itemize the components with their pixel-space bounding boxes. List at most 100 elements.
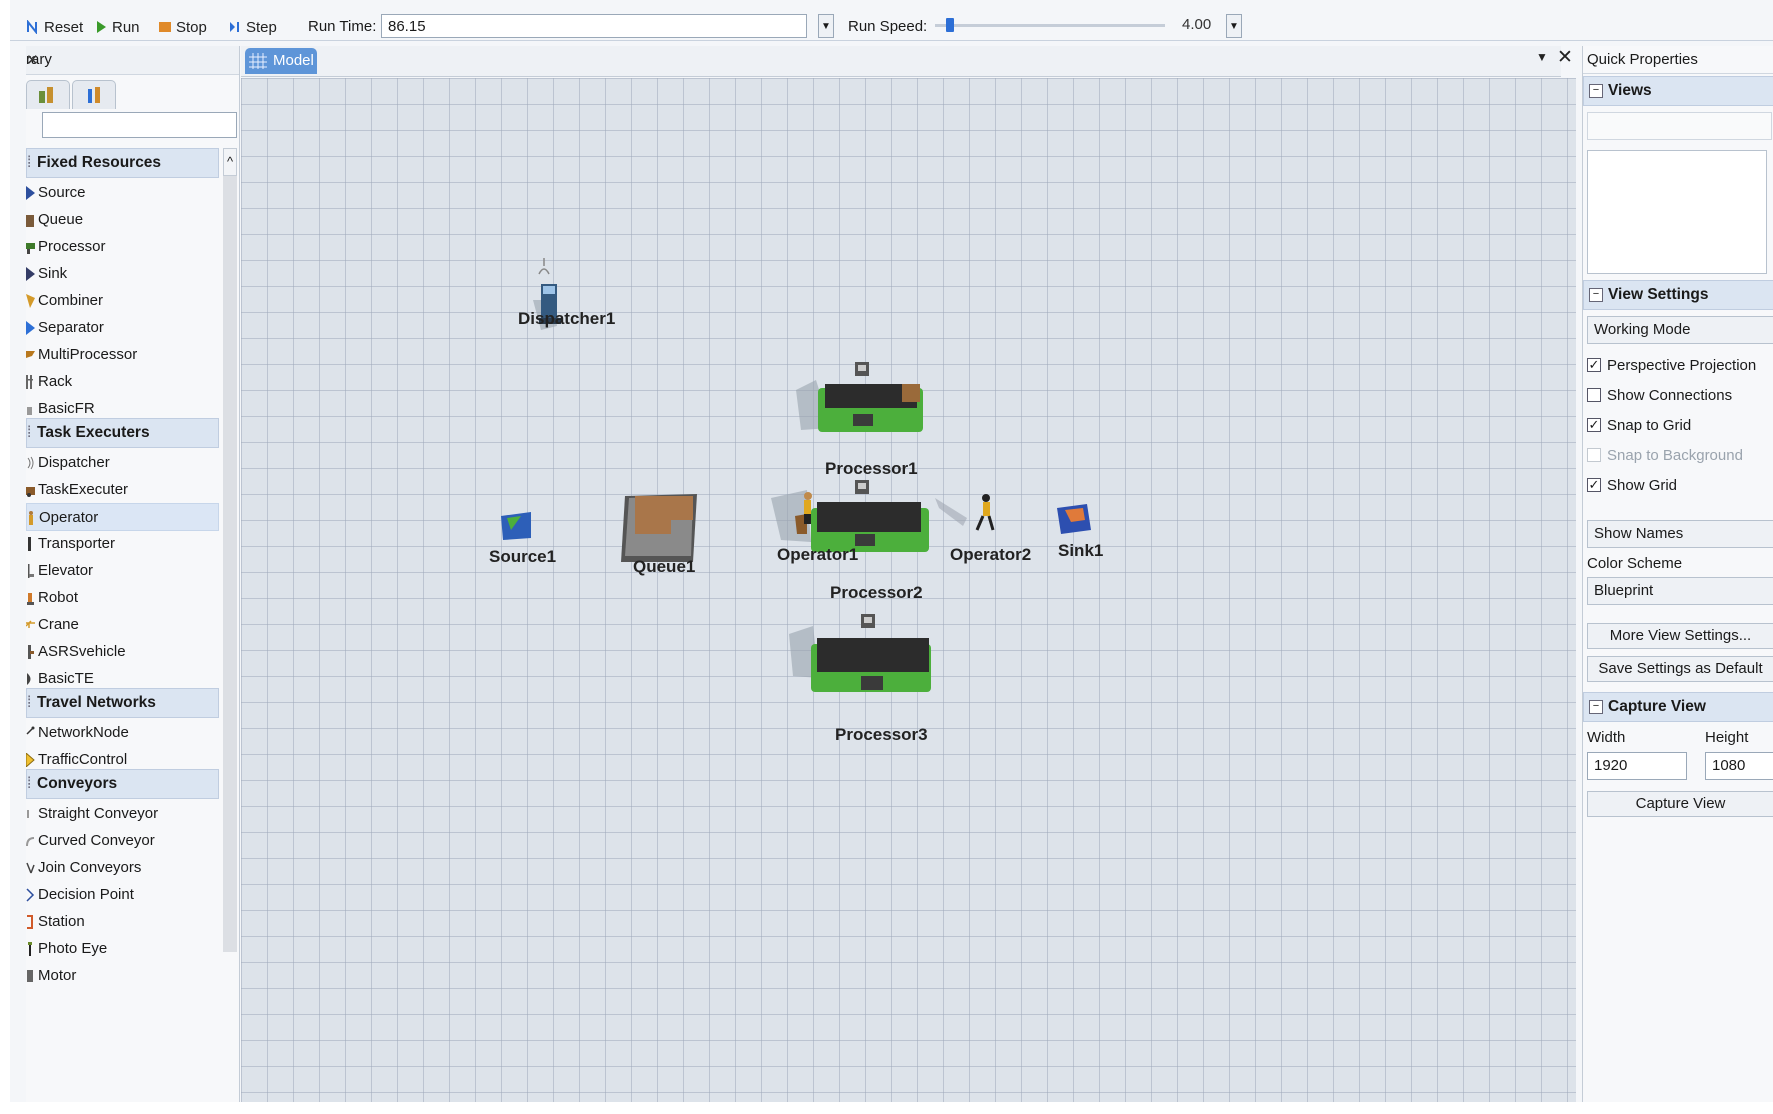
snap-to-background-checkbox[interactable]: Snap to Background bbox=[1587, 445, 1743, 467]
library-tab-tools[interactable] bbox=[72, 80, 116, 109]
scroll-up-icon[interactable]: ^ bbox=[223, 148, 237, 176]
library-item-rack[interactable]: Rack bbox=[26, 368, 219, 396]
asrsvehicle-icon bbox=[28, 645, 34, 659]
reset-icon bbox=[27, 20, 37, 34]
reset-label: Reset bbox=[44, 18, 84, 36]
sink1-object[interactable]: Sink1 bbox=[1057, 504, 1103, 560]
quick-properties-title: Quick Properties bbox=[1583, 46, 1773, 74]
category-fixed-resources[interactable]: ⁞ Fixed Resources bbox=[26, 148, 219, 178]
library-item-motor[interactable]: Motor bbox=[26, 962, 219, 990]
source1-object[interactable]: Source1 bbox=[489, 512, 556, 566]
separator-icon bbox=[26, 321, 35, 335]
networknode-icon bbox=[26, 726, 35, 735]
working-mode-select[interactable]: Working Mode bbox=[1587, 316, 1773, 344]
tab-model[interactable]: Model bbox=[245, 48, 317, 74]
collapse-icon[interactable]: − bbox=[1589, 700, 1603, 714]
library-title-bar: rary ✕ bbox=[26, 46, 239, 75]
perspective-projection-checkbox[interactable]: ✓ Perspective Projection bbox=[1587, 355, 1756, 377]
library-item-source[interactable]: Source bbox=[26, 179, 219, 207]
checkbox-unchecked-icon[interactable] bbox=[1587, 448, 1601, 462]
checkbox-unchecked-icon[interactable] bbox=[1587, 388, 1601, 402]
model-3d-viewport[interactable]: Dispatcher1 Processor1 Source1 Queue1 Pr… bbox=[241, 78, 1576, 1102]
operator-icon bbox=[29, 511, 33, 525]
library-item-combiner[interactable]: Combiner bbox=[26, 287, 219, 315]
category-travel-networks[interactable]: ⁞ Travel Networks bbox=[26, 688, 219, 718]
library-item-processor[interactable]: Processor bbox=[26, 233, 219, 261]
queue1-object[interactable]: Queue1 bbox=[621, 494, 697, 576]
library-item-operator[interactable]: Operator bbox=[26, 503, 219, 531]
library-item-curved-conveyor[interactable]: Curved Conveyor bbox=[26, 827, 219, 855]
show-grid-checkbox[interactable]: ✓ Show Grid bbox=[1587, 475, 1677, 497]
more-view-settings-button[interactable]: More View Settings... bbox=[1587, 623, 1773, 649]
photo-eye-icon bbox=[28, 942, 32, 956]
library-item-decision-point[interactable]: Decision Point bbox=[26, 881, 219, 909]
library-item-transporter[interactable]: Transporter bbox=[26, 530, 219, 558]
dispatcher1-object[interactable]: Dispatcher1 bbox=[518, 258, 615, 330]
run-time-dropdown[interactable]: ▼ bbox=[818, 14, 834, 38]
tab-menu-icon[interactable]: ▼ bbox=[1536, 50, 1548, 64]
views-name-field[interactable] bbox=[1587, 112, 1772, 140]
run-time-field[interactable]: 86.15 bbox=[381, 14, 807, 38]
save-settings-default-button[interactable]: Save Settings as Default bbox=[1587, 656, 1773, 682]
close-icon[interactable]: ✕ bbox=[1557, 46, 1573, 69]
step-button[interactable]: Step bbox=[228, 16, 277, 38]
processor2-object[interactable]: Processor2 bbox=[771, 480, 929, 602]
processor1-label: Processor1 bbox=[825, 459, 918, 478]
library-item-station[interactable]: Station bbox=[26, 908, 219, 936]
capture-view-button[interactable]: Capture View bbox=[1587, 791, 1773, 817]
snap-to-grid-checkbox[interactable]: ✓ Snap to Grid bbox=[1587, 415, 1691, 437]
section-label: View Settings bbox=[1608, 286, 1709, 303]
library-search-input[interactable] bbox=[42, 112, 237, 138]
item-label: Separator bbox=[38, 319, 104, 336]
processor3-object[interactable]: Processor3 bbox=[789, 614, 931, 744]
library-item-straight-conveyor[interactable]: Straight Conveyor bbox=[26, 800, 219, 828]
section-view-settings[interactable]: − View Settings bbox=[1583, 280, 1773, 310]
category-conveyors[interactable]: ⁞ Conveyors bbox=[26, 769, 219, 799]
run-speed-thumb[interactable] bbox=[945, 18, 954, 32]
stop-button[interactable]: Stop bbox=[158, 16, 207, 38]
tab-model-label: Model bbox=[273, 52, 314, 69]
library-item-queue[interactable]: Queue bbox=[26, 206, 219, 234]
library-item-robot[interactable]: Robot bbox=[26, 584, 219, 612]
library-item-multiprocessor[interactable]: MultiProcessor bbox=[26, 341, 219, 369]
library-item-separator[interactable]: Separator bbox=[26, 314, 219, 342]
checkbox-checked-icon[interactable]: ✓ bbox=[1587, 358, 1601, 372]
library-item-taskexecuter[interactable]: TaskExecuter bbox=[26, 476, 219, 504]
reset-button[interactable]: Reset bbox=[26, 16, 83, 38]
library-item-photo-eye[interactable]: Photo Eye bbox=[26, 935, 219, 963]
section-capture-view[interactable]: − Capture View bbox=[1583, 692, 1773, 722]
run-speed-dropdown[interactable]: ▼ bbox=[1226, 14, 1242, 38]
color-scheme-select[interactable]: Blueprint bbox=[1587, 577, 1773, 605]
library-item-join-conveyors[interactable]: Join Conveyors bbox=[26, 854, 219, 882]
library-item-sink[interactable]: Sink bbox=[26, 260, 219, 288]
library-scrollbar[interactable]: ^ bbox=[223, 148, 237, 952]
collapse-icon[interactable]: − bbox=[1589, 84, 1603, 98]
item-label: Source bbox=[38, 184, 86, 201]
quick-properties-panel: Quick Properties − Views − View Settings W… bbox=[1582, 46, 1773, 1102]
run-speed-slider[interactable] bbox=[935, 24, 1165, 27]
capture-width-input[interactable]: 1920 bbox=[1587, 752, 1687, 780]
source1-label: Source1 bbox=[489, 547, 556, 566]
operator2-object[interactable]: Operator2 bbox=[935, 494, 1031, 564]
checkbox-checked-icon[interactable]: ✓ bbox=[1587, 478, 1601, 492]
height-label: Height bbox=[1705, 729, 1749, 746]
library-item-elevator[interactable]: Elevator bbox=[26, 557, 219, 585]
dispatcher1-label: Dispatcher1 bbox=[518, 309, 615, 328]
item-label: Robot bbox=[38, 589, 79, 606]
processor1-object[interactable]: Processor1 bbox=[796, 362, 923, 478]
close-icon[interactable]: ✕ bbox=[26, 51, 235, 69]
library-item-dispatcher[interactable]: Dispatcher bbox=[26, 449, 219, 477]
category-task-executers[interactable]: ⁞ Task Executers bbox=[26, 418, 219, 448]
collapse-icon[interactable]: − bbox=[1589, 288, 1603, 302]
views-list[interactable] bbox=[1587, 150, 1767, 274]
library-item-crane[interactable]: Crane bbox=[26, 611, 219, 639]
run-button[interactable]: Run bbox=[94, 16, 140, 38]
show-names-select[interactable]: Show Names bbox=[1587, 520, 1773, 548]
library-item-networknode[interactable]: NetworkNode bbox=[26, 719, 219, 747]
library-tab-objects[interactable] bbox=[26, 80, 70, 109]
capture-height-input[interactable]: 1080 bbox=[1705, 752, 1773, 780]
checkbox-checked-icon[interactable]: ✓ bbox=[1587, 418, 1601, 432]
section-views[interactable]: − Views bbox=[1583, 76, 1773, 106]
library-item-asrsvehicle[interactable]: ASRSvehicle bbox=[26, 638, 219, 666]
show-connections-checkbox[interactable]: Show Connections bbox=[1587, 385, 1732, 407]
